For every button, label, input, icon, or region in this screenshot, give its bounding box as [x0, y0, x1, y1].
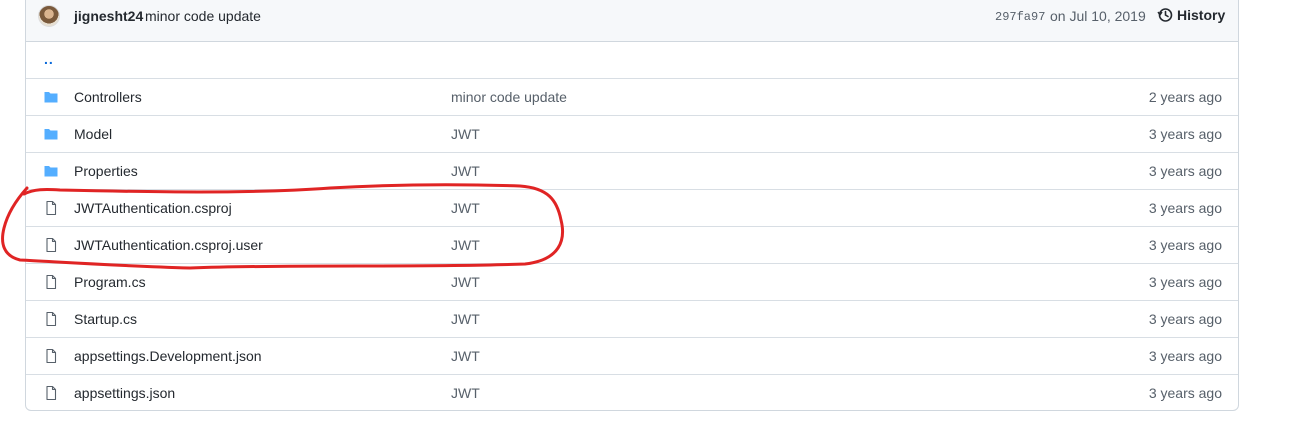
commit-sha-link[interactable]: 297fa97: [995, 10, 1045, 24]
file-name-link[interactable]: JWTAuthentication.csproj.user: [74, 237, 263, 253]
file-icon: [42, 385, 60, 401]
history-label: History: [1177, 7, 1226, 23]
commit-message-link[interactable]: JWT: [451, 237, 480, 253]
file-row[interactable]: Startup.cs JWT 3 years ago: [26, 301, 1238, 338]
folder-icon: [42, 126, 60, 142]
commit-message-link[interactable]: minor code update: [145, 8, 261, 24]
history-button[interactable]: History: [1157, 7, 1225, 23]
commit-message-link[interactable]: JWT: [451, 126, 480, 142]
folder-icon: [42, 89, 60, 105]
last-updated-time: 3 years ago: [1148, 348, 1222, 364]
folder-icon: [42, 163, 60, 179]
file-name-link[interactable]: appsettings.Development.json: [74, 348, 262, 364]
file-row[interactable]: appsettings.Development.json JWT 3 years a…: [26, 338, 1238, 375]
file-browser: jignesht24 minor code update 297fa97 on …: [25, 0, 1239, 411]
last-updated-time: 3 years ago: [1148, 163, 1222, 179]
last-updated-time: 3 years ago: [1148, 385, 1222, 401]
file-icon: [42, 348, 60, 364]
commit-message-link[interactable]: JWT: [451, 348, 480, 364]
last-updated-time: 2 years ago: [1148, 89, 1222, 105]
file-name-link[interactable]: appsettings.json: [74, 385, 175, 401]
file-icon: [42, 200, 60, 216]
last-updated-time: 3 years ago: [1148, 126, 1222, 142]
folder-name-link[interactable]: Controllers: [74, 89, 142, 105]
folder-row[interactable]: Model JWT 3 years ago: [26, 116, 1238, 153]
folder-name-link[interactable]: Model: [74, 126, 112, 142]
last-updated-time: 3 years ago: [1148, 274, 1222, 290]
file-icon: [42, 237, 60, 253]
file-row[interactable]: JWTAuthentication.csproj JWT 3 years ago: [26, 190, 1238, 227]
last-updated-time: 3 years ago: [1148, 237, 1222, 253]
file-name-link[interactable]: Startup.cs: [74, 311, 137, 327]
file-icon: [42, 311, 60, 327]
latest-commit-bar: jignesht24 minor code update 297fa97 on …: [26, 0, 1238, 42]
commit-message-link[interactable]: JWT: [451, 385, 480, 401]
commit-message-link[interactable]: minor code update: [451, 89, 567, 105]
parent-directory-link[interactable]: ..: [44, 51, 54, 67]
commit-message-link[interactable]: JWT: [451, 200, 480, 216]
parent-directory-row[interactable]: ..: [26, 42, 1238, 79]
file-row[interactable]: JWTAuthentication.csproj.user JWT 3 years …: [26, 227, 1238, 264]
commit-date: on Jul 10, 2019: [1050, 8, 1146, 24]
folder-row[interactable]: Properties JWT 3 years ago: [26, 153, 1238, 190]
file-name-link[interactable]: JWTAuthentication.csproj: [74, 200, 232, 216]
folder-row[interactable]: Controllers minor code update 2 years ago: [26, 79, 1238, 116]
history-icon: [1157, 8, 1173, 22]
commit-author-link[interactable]: jignesht24: [74, 8, 143, 24]
commit-message-link[interactable]: JWT: [451, 311, 480, 327]
file-row[interactable]: appsettings.json JWT 3 years ago: [26, 375, 1238, 410]
file-row[interactable]: Program.cs JWT 3 years ago: [26, 264, 1238, 301]
last-updated-time: 3 years ago: [1148, 311, 1222, 327]
commit-message-link[interactable]: JWT: [451, 163, 480, 179]
folder-name-link[interactable]: Properties: [74, 163, 138, 179]
last-updated-time: 3 years ago: [1148, 200, 1222, 216]
file-icon: [42, 274, 60, 290]
commit-message-link[interactable]: JWT: [451, 274, 480, 290]
avatar[interactable]: [38, 5, 60, 27]
file-name-link[interactable]: Program.cs: [74, 274, 146, 290]
